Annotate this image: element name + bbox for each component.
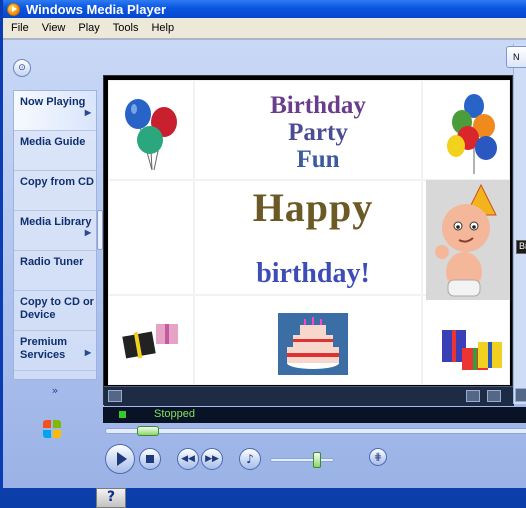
- now-playing-toolbar: [104, 386, 514, 406]
- fit-video-icon[interactable]: [466, 390, 480, 402]
- menu-help[interactable]: Help: [151, 22, 174, 34]
- sidebar-item-copy-from-cd[interactable]: Copy from CD: [14, 171, 96, 211]
- menu-play[interactable]: Play: [78, 22, 99, 34]
- seek-track[interactable]: [105, 428, 526, 434]
- playlist-label: N: [513, 52, 520, 62]
- title-bar[interactable]: Windows Media Player: [3, 0, 526, 18]
- playlist-panel: [513, 44, 526, 404]
- back-icon[interactable]: ⊙: [13, 59, 31, 77]
- birthday-cake-icon: [278, 313, 348, 375]
- sidebar-item-premium-services[interactable]: Premium Services ▶: [14, 331, 96, 371]
- sidebar-item-radio-tuner[interactable]: Radio Tuner: [14, 251, 96, 291]
- title-birthday-party-fun: Birthday Party Fun: [248, 92, 388, 173]
- visualization-options-icon[interactable]: [108, 390, 122, 402]
- menu-tools[interactable]: Tools: [113, 22, 139, 34]
- sidebar-item-label: Copy from CD: [20, 176, 94, 188]
- playlist-item-label: Bi: [519, 241, 526, 251]
- playlist-dropdown[interactable]: N: [506, 46, 526, 68]
- window-title: Windows Media Player: [26, 1, 167, 17]
- chevron-down-icon: »: [51, 383, 59, 397]
- full-screen-icon[interactable]: [487, 390, 501, 402]
- transport-controls: ◀◀ ▶▶ ♪ ⋕: [103, 440, 526, 484]
- sidebar-item-label: Media Guide: [20, 136, 86, 148]
- stop-button[interactable]: [139, 448, 161, 470]
- party-baby-icon: [426, 180, 510, 300]
- equalizer-icon: ⋕: [373, 451, 383, 463]
- play-button[interactable]: [105, 444, 135, 474]
- title-happy: Happy: [252, 185, 374, 230]
- next-button[interactable]: ▶▶: [201, 448, 223, 470]
- gift-pile-icon: [442, 330, 502, 370]
- task-pane: Now Playing ▶ Media Guide Copy from CD M…: [13, 90, 97, 397]
- status-text: Stopped: [154, 408, 195, 420]
- expand-more-button[interactable]: »: [14, 371, 96, 409]
- chevron-right-icon: ▶: [84, 108, 91, 117]
- mute-button[interactable]: ♪: [239, 448, 261, 470]
- sidebar-item-label: Now Playing: [20, 96, 86, 108]
- sidebar-item-label: Radio Tuner: [20, 256, 84, 268]
- playlist-options-icon[interactable]: [515, 388, 526, 402]
- windows-logo-icon: [43, 420, 63, 440]
- menu-bar: File View Play Tools Help: [3, 18, 526, 39]
- visualization: Birthday Party Fun Happy birthday!: [108, 80, 510, 385]
- sidebar-item-label: Premium Services: [20, 336, 68, 361]
- menu-file[interactable]: File: [11, 22, 29, 34]
- speaker-icon: ♪: [246, 452, 254, 466]
- volume-thumb[interactable]: [313, 452, 321, 468]
- previous-button[interactable]: ◀◀: [177, 448, 199, 470]
- equalizer-button[interactable]: ⋕: [369, 448, 387, 466]
- sidebar-item-copy-to-cd[interactable]: Copy to CD or Device: [14, 291, 96, 331]
- video-area[interactable]: Birthday Party Fun Happy birthday!: [103, 75, 514, 406]
- chevron-right-icon: ▶: [84, 348, 91, 357]
- seek-bar[interactable]: [105, 426, 526, 436]
- wmp-window: Windows Media Player File View Play Tool…: [0, 0, 526, 488]
- next-icon: ▶▶: [205, 454, 219, 464]
- sidebar-item-media-guide[interactable]: Media Guide: [14, 131, 96, 171]
- wmp-logo-icon: [7, 2, 20, 16]
- volume-slider[interactable]: [270, 458, 334, 462]
- sidebar-item-media-library[interactable]: Media Library ▶: [14, 211, 96, 251]
- title-birthday: birthday!: [256, 258, 370, 289]
- sidebar-item-now-playing[interactable]: Now Playing ▶: [14, 91, 96, 131]
- seek-thumb[interactable]: [137, 426, 159, 436]
- grid-cell: [108, 180, 194, 295]
- balloons-cluster-icon: [447, 94, 497, 174]
- play-icon: [116, 452, 127, 466]
- headline-line: Birthday: [270, 92, 366, 119]
- playlist-item[interactable]: Bi: [516, 240, 526, 254]
- status-bar: Stopped: [103, 407, 526, 423]
- stop-icon: [146, 455, 154, 463]
- menu-view[interactable]: View: [42, 22, 66, 34]
- help-icon[interactable]: ?: [96, 488, 126, 508]
- sidebar-item-label: Copy to CD or Device: [20, 296, 94, 321]
- status-indicator-icon: [119, 411, 126, 418]
- gift-boxes-icon: [122, 324, 178, 359]
- headline-line: Fun: [296, 146, 340, 173]
- chevron-right-icon: ▶: [84, 228, 91, 237]
- previous-icon: ◀◀: [181, 454, 195, 464]
- sidebar-item-label: Media Library: [20, 216, 92, 228]
- headline-line: Party: [288, 119, 348, 146]
- balloons-icon: [125, 99, 177, 171]
